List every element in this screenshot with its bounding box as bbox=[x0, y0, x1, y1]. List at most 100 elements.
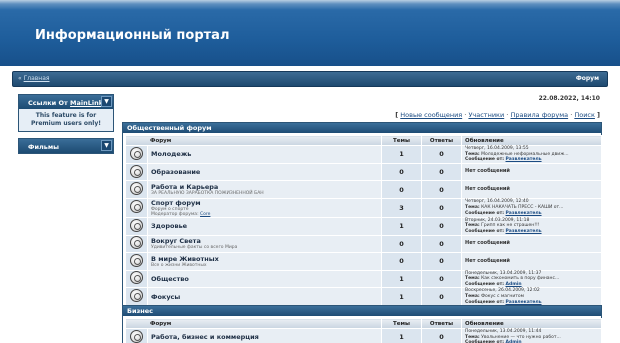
topics-count: 0 bbox=[381, 234, 423, 254]
topic-link[interactable]: Увольнение — что нужно работ... bbox=[481, 335, 561, 340]
topic-link[interactable]: Грипп как не страшен!!! bbox=[481, 223, 540, 228]
forum-row: Спорт форум Форум о спорте Модератор форум… bbox=[125, 197, 603, 218]
members-link[interactable]: Участники bbox=[468, 111, 504, 119]
last-update-cell: Вторник, 24.03.2009, 11:18 Тема: Грипп ка… bbox=[461, 216, 603, 236]
sidebar-box-title: Фильмы bbox=[28, 143, 60, 151]
chevron-down-icon[interactable]: ▼ bbox=[101, 140, 112, 151]
topics-count: 0 bbox=[381, 252, 423, 271]
no-posts-label: Нет сообщений bbox=[465, 257, 510, 264]
category-title[interactable]: Общественный форум bbox=[123, 123, 601, 133]
author-link[interactable]: Развлекатель bbox=[506, 211, 542, 216]
sidebar-box-title: Ссылки От bbox=[28, 99, 71, 107]
author-label: Сообщение от: bbox=[465, 210, 505, 216]
forum-status-icon bbox=[130, 236, 143, 250]
forum-title-link[interactable]: Здоровье bbox=[151, 222, 381, 230]
forum-status-cell bbox=[125, 269, 148, 289]
author-link[interactable]: Развлекатель bbox=[506, 157, 542, 162]
breadcrumb-current: Форум bbox=[575, 75, 599, 82]
sidebar-box-films: Фильмы ▼ bbox=[18, 138, 114, 154]
forum-title-link[interactable]: Работа, бизнес и коммерция bbox=[151, 333, 381, 341]
forum-title-link[interactable]: Фокусы bbox=[151, 293, 381, 301]
breadcrumb-home-label[interactable]: Главная bbox=[24, 75, 50, 82]
forum-row: В мире Животных Все о жизни Животных 0 0 Нет… bbox=[125, 252, 603, 271]
forum-row: Вокруг Света Удивительные факты со всего … bbox=[125, 234, 603, 254]
category-title[interactable]: Бизнес bbox=[123, 306, 601, 316]
last-update-cell: Понедельник, 13.04.2009, 11:37 Тема: Как … bbox=[461, 269, 603, 289]
forum-name-cell: Работа и Карьера ЗА РЕАЛЬНУЮ ЗАРАБОТКА ПО… bbox=[146, 180, 383, 199]
replies-count: 0 bbox=[421, 252, 463, 271]
author-link[interactable]: Admin bbox=[506, 282, 522, 287]
replies-count: 0 bbox=[421, 328, 463, 343]
forum-row: Работа и Карьера ЗА РЕАЛЬНУЮ ЗАРАБОТКА ПО… bbox=[125, 180, 603, 199]
topics-count: 1 bbox=[381, 328, 423, 343]
topic-link[interactable]: КАК НАКАЧАТЬ ПРЕСС - КАШИ от... bbox=[481, 205, 563, 210]
new-posts-link[interactable]: Новые сообщения bbox=[400, 111, 462, 119]
search-link[interactable]: Поиск bbox=[574, 111, 595, 119]
mainlink-link[interactable]: MainLink bbox=[70, 99, 103, 107]
forum-name-cell: Фокусы bbox=[146, 287, 383, 307]
author-link[interactable]: Развлекатель bbox=[506, 300, 542, 305]
author-label: Сообщение от: bbox=[465, 157, 505, 163]
topic-link[interactable]: Как сэкономить в пору финанс... bbox=[481, 276, 559, 281]
topics-count: 1 bbox=[381, 269, 423, 289]
replies-count: 0 bbox=[421, 180, 463, 199]
forum-name-cell: Вокруг Света Удивительные факты со всего … bbox=[146, 234, 383, 254]
forum-status-cell bbox=[125, 180, 148, 199]
moderator-link[interactable]: Core bbox=[200, 212, 210, 217]
forum-title-link[interactable]: В мире Животных bbox=[151, 255, 381, 263]
column-topics: Темы bbox=[381, 135, 423, 146]
category-public: Общественный форум Форум Темы Ответы Обн… bbox=[122, 122, 603, 310]
topics-count: 3 bbox=[381, 197, 423, 218]
forum-row: Общество 1 0 Понедельник, 13.04.2009, 11:37… bbox=[125, 269, 603, 289]
no-posts-label: Нет сообщений bbox=[465, 168, 510, 175]
topic-label: Тема: bbox=[465, 293, 480, 299]
forum-title-link[interactable]: Образование bbox=[151, 168, 381, 176]
column-forum: Форум bbox=[124, 135, 383, 146]
forum-table: Форум Темы Ответы Обновление Молодежь 1 0 Ч… bbox=[124, 135, 603, 307]
author-link[interactable]: Развлекатель bbox=[506, 229, 542, 234]
topics-count: 0 bbox=[381, 180, 423, 199]
author-label: Сообщение от: bbox=[465, 299, 505, 305]
forum-name-cell: Спорт форум Форум о спорте Модератор форум… bbox=[146, 197, 383, 218]
forum-table: Форум Темы Ответы Обновление Работа, биз… bbox=[124, 318, 603, 343]
topic-label: Тема: bbox=[465, 334, 480, 340]
forum-status-cell bbox=[125, 162, 148, 182]
replies-count: 0 bbox=[421, 234, 463, 254]
forum-name-cell: В мире Животных Все о жизни Животных bbox=[146, 252, 383, 271]
forum-description: Удивительные факты со всего Мира bbox=[151, 245, 238, 251]
topic-label: Тема: bbox=[465, 223, 480, 229]
topics-count: 0 bbox=[381, 162, 423, 182]
forum-status-cell bbox=[125, 328, 148, 343]
author-label: Сообщение от: bbox=[465, 281, 505, 287]
forum-status-cell bbox=[125, 216, 148, 236]
forum-row: Молодежь 1 0 Четверг, 16.04.2009, 13:55 Тема… bbox=[125, 145, 603, 164]
separator: · bbox=[506, 111, 509, 119]
forum-status-icon bbox=[130, 329, 143, 343]
forum-title-link[interactable]: Спорт форум bbox=[151, 199, 381, 207]
chevron-down-icon[interactable]: ▼ bbox=[101, 96, 112, 107]
topic-link[interactable]: Молодежные неформальные движ... bbox=[481, 152, 568, 157]
update-author: Сообщение от: Развлекатель bbox=[465, 211, 601, 217]
topic-label: Тема: bbox=[465, 204, 480, 210]
last-update-cell: Нет сообщений bbox=[461, 252, 603, 271]
last-update-cell: Нет сообщений bbox=[461, 234, 603, 254]
breadcrumb-bar: « Главная Форум bbox=[12, 71, 608, 87]
moderator-label: Модератор форума: bbox=[151, 211, 199, 217]
forum-moderator: Модератор форума: Core bbox=[151, 212, 381, 217]
forum-status-icon bbox=[130, 164, 143, 178]
column-topics: Темы bbox=[381, 318, 423, 329]
rules-link[interactable]: Правила форума bbox=[510, 111, 568, 119]
last-update-cell: Четверг, 16.04.2009, 13:55 Тема: Молодежн… bbox=[461, 145, 603, 164]
separator: · bbox=[464, 111, 467, 119]
topic-link[interactable]: Фокус с магнитом bbox=[481, 294, 524, 299]
forum-title-link[interactable]: Работа и Карьера bbox=[151, 183, 381, 191]
replies-count: 0 bbox=[421, 216, 463, 236]
forum-title-link[interactable]: Молодежь bbox=[151, 150, 381, 158]
forum-title-link[interactable]: Общество bbox=[151, 275, 381, 283]
category-business: Бизнес Форум Темы Ответы Обновление Рабо… bbox=[122, 305, 603, 343]
forum-status-icon bbox=[130, 271, 143, 285]
topics-count: 1 bbox=[381, 145, 423, 164]
breadcrumb-home-link[interactable]: « Главная bbox=[18, 75, 50, 82]
site-header: Информационный портал bbox=[0, 0, 620, 66]
forum-status-icon bbox=[130, 289, 143, 303]
